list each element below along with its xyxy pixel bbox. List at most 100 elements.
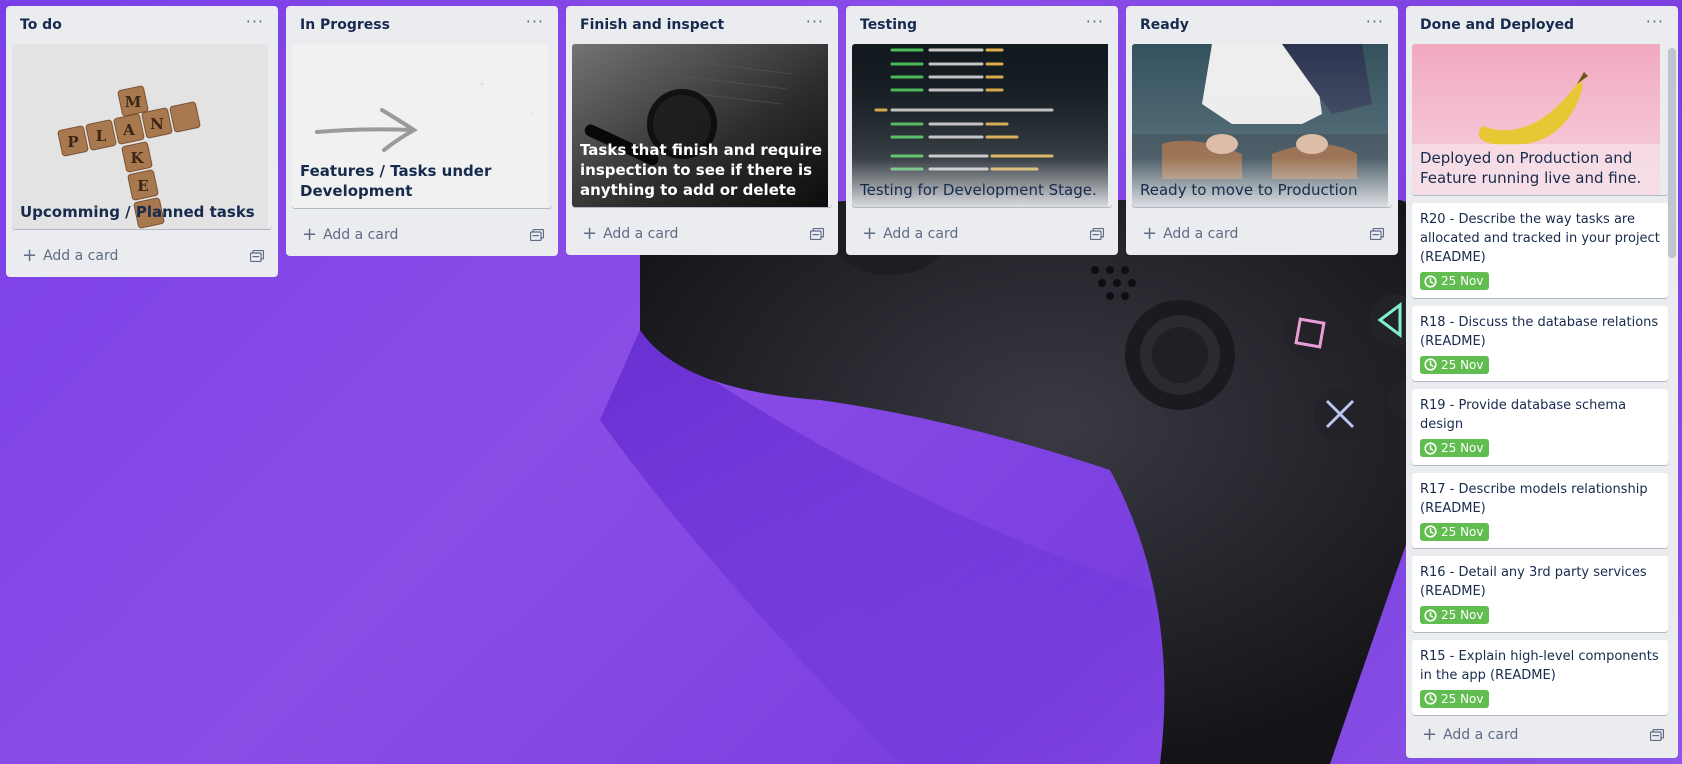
cover-card-testing[interactable]: Testing for Development Stage. xyxy=(852,44,1112,207)
list-finish-and-inspect: Finish and inspect ··· Tasks that finish… xyxy=(566,6,838,255)
more-horizontal-icon[interactable]: ··· xyxy=(246,14,264,36)
more-horizontal-icon[interactable]: ··· xyxy=(806,14,824,36)
list-footer: + Add a card xyxy=(292,216,552,254)
cover-title: Tasks that finish and require inspection… xyxy=(580,141,823,199)
list-title[interactable]: Done and Deployed xyxy=(1420,17,1574,33)
task-card-title: R16 - Detail any 3rd party services (REA… xyxy=(1420,565,1647,599)
list-footer: + Add a card xyxy=(852,215,1112,253)
plus-icon: + xyxy=(862,223,878,244)
list-title[interactable]: To do xyxy=(20,17,62,33)
add-card-label: Add a card xyxy=(323,227,399,243)
task-card-title: R18 - Discuss the database relations (RE… xyxy=(1420,314,1659,349)
scrollbar-thumb[interactable] xyxy=(1668,48,1676,258)
list-title[interactable]: Testing xyxy=(860,17,917,33)
due-date-label: 25 Nov xyxy=(1441,524,1484,539)
cover-card-ready[interactable]: Ready to move to Production xyxy=(1132,44,1392,207)
svg-text:A: A xyxy=(122,121,135,139)
add-card-label: Add a card xyxy=(883,226,959,242)
card-template-icon[interactable] xyxy=(1090,228,1104,240)
card-template-icon[interactable] xyxy=(530,229,544,241)
list-header: To do ··· xyxy=(12,6,272,44)
card-scroll-area[interactable]: Deployed on Production and Feature runni… xyxy=(1412,44,1672,716)
list-header: Finish and inspect ··· xyxy=(572,6,832,44)
svg-text:P: P xyxy=(67,133,78,151)
due-date-label: 25 Nov xyxy=(1441,691,1484,706)
list-title[interactable]: Ready xyxy=(1140,17,1189,33)
clock-icon xyxy=(1424,358,1437,371)
task-card-title: R17 - Describe models relationship (READ… xyxy=(1420,481,1648,516)
cover-card-deployed[interactable]: Deployed on Production and Feature runni… xyxy=(1412,44,1668,195)
add-card-button[interactable]: + Add a card xyxy=(22,247,118,265)
plus-icon: + xyxy=(582,223,598,244)
list-footer: + Add a card xyxy=(12,237,272,275)
add-card-label: Add a card xyxy=(1443,727,1519,743)
card-template-icon[interactable] xyxy=(1370,228,1384,240)
task-card[interactable]: R15 - Explain high-level components in t… xyxy=(1412,639,1668,715)
clock-icon xyxy=(1424,692,1437,705)
plus-icon: + xyxy=(302,224,318,245)
more-horizontal-icon[interactable]: ··· xyxy=(1366,14,1384,36)
cover-card-features[interactable]: Features / Tasks under Development xyxy=(292,44,552,208)
svg-text:M: M xyxy=(125,93,142,111)
list-header: Testing ··· xyxy=(852,6,1112,44)
list-footer: + Add a card xyxy=(1132,215,1392,253)
add-card-button[interactable]: + Add a card xyxy=(582,225,678,243)
task-card-title: R20 - Describe the way tasks are allocat… xyxy=(1420,212,1660,265)
more-horizontal-icon[interactable]: ··· xyxy=(1646,14,1664,36)
svg-text:E: E xyxy=(137,177,148,195)
list-testing: Testing ··· Testing for Development Stag… xyxy=(846,6,1118,255)
plus-icon: + xyxy=(22,245,38,266)
due-date-label: 25 Nov xyxy=(1441,357,1484,372)
task-card[interactable]: R16 - Detail any 3rd party services (REA… xyxy=(1412,556,1668,632)
task-card[interactable]: R19 - Provide database schema design 25 … xyxy=(1412,389,1668,465)
due-date-badge[interactable]: 25 Nov xyxy=(1420,439,1489,457)
scrollbar[interactable] xyxy=(1668,48,1676,258)
clock-icon xyxy=(1424,525,1437,538)
cover-card-upcoming[interactable]: M P L A N K E Upcomming / Planned tasks xyxy=(12,44,272,229)
due-date-badge[interactable]: 25 Nov xyxy=(1420,606,1489,624)
add-card-button[interactable]: + Add a card xyxy=(1142,225,1238,243)
due-date-badge[interactable]: 25 Nov xyxy=(1420,355,1489,374)
clock-icon xyxy=(1424,441,1437,455)
list-header: In Progress ··· xyxy=(292,6,552,44)
list-title[interactable]: In Progress xyxy=(300,17,390,33)
more-horizontal-icon[interactable]: ··· xyxy=(526,14,544,36)
svg-text:K: K xyxy=(130,149,144,167)
card-template-icon[interactable] xyxy=(810,228,824,240)
cover-title: Testing for Development Stage. xyxy=(860,181,1097,199)
add-card-label: Add a card xyxy=(43,248,119,264)
cover-title: Features / Tasks under Development xyxy=(300,162,492,200)
list-title[interactable]: Finish and inspect xyxy=(580,17,724,33)
due-date-badge[interactable]: 25 Nov xyxy=(1420,689,1489,708)
task-card[interactable]: R17 - Describe models relationship (READ… xyxy=(1412,472,1668,548)
list-done-and-deployed: Done and Deployed ··· Deployed on Produc… xyxy=(1406,6,1678,758)
card-template-icon[interactable] xyxy=(1650,729,1664,741)
due-date-badge[interactable]: 25 Nov xyxy=(1420,522,1489,541)
list-header: Done and Deployed ··· xyxy=(1412,6,1672,44)
plus-icon: + xyxy=(1142,223,1158,244)
clock-icon xyxy=(1424,274,1437,288)
board: To do ··· M P L A N K E Upcomming / Plan… xyxy=(0,0,1682,764)
due-date-label: 25 Nov xyxy=(1441,441,1484,455)
add-card-button[interactable]: + Add a card xyxy=(302,226,398,244)
plus-icon: + xyxy=(1422,724,1438,745)
add-card-label: Add a card xyxy=(1163,226,1239,242)
list-ready: Ready ··· Ready to move to Production + … xyxy=(1126,6,1398,255)
task-card[interactable]: R20 - Describe the way tasks are allocat… xyxy=(1412,203,1668,298)
cover-card-finish[interactable]: Tasks that finish and require inspection… xyxy=(572,44,832,207)
more-horizontal-icon[interactable]: ··· xyxy=(1086,14,1104,36)
list-in-progress: In Progress ··· Features / Tasks under D… xyxy=(286,6,558,256)
due-date-badge[interactable]: 25 Nov xyxy=(1420,272,1489,290)
svg-text:N: N xyxy=(150,115,164,133)
task-card-title: R15 - Explain high-level components in t… xyxy=(1420,648,1659,683)
svg-text:L: L xyxy=(96,127,107,145)
due-date-label: 25 Nov xyxy=(1441,608,1484,622)
add-card-button[interactable]: + Add a card xyxy=(862,225,958,243)
cover-title: Ready to move to Production xyxy=(1140,181,1358,199)
list-header: Ready ··· xyxy=(1132,6,1392,44)
card-template-icon[interactable] xyxy=(250,250,264,262)
cover-title: Upcomming / Planned tasks xyxy=(20,203,255,221)
add-card-button[interactable]: + Add a card xyxy=(1422,726,1518,744)
task-card[interactable]: R18 - Discuss the database relations (RE… xyxy=(1412,305,1668,381)
cover-title: Deployed on Production and Feature runni… xyxy=(1420,149,1642,187)
